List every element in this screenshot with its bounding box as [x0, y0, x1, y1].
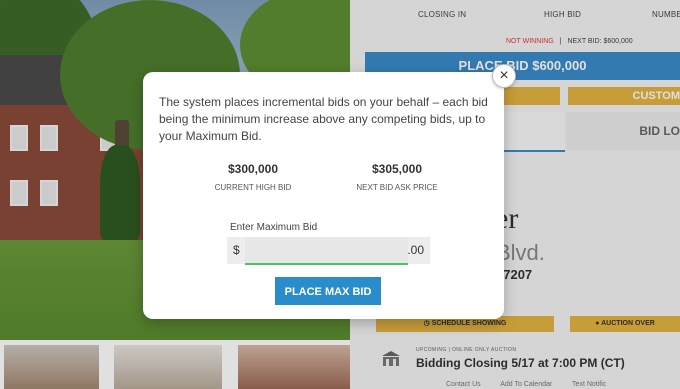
modal-description: The system places incremental bids on yo…: [159, 95, 488, 143]
current-high-bid-value: $300,000: [227, 162, 279, 176]
max-bid-modal: The system places incremental bids on yo…: [143, 72, 504, 319]
place-max-bid-button[interactable]: PLACE MAX BID: [275, 277, 381, 305]
max-bid-input[interactable]: [245, 237, 408, 265]
currency-symbol: $: [233, 243, 240, 257]
next-bid-ask-value: $305,000: [371, 162, 423, 176]
max-bid-label: Enter Maximum Bid: [230, 222, 318, 233]
next-bid-ask-label: NEXT BID ASK PRICE: [356, 183, 438, 192]
current-high-bid-label: CURRENT HIGH BID: [214, 183, 292, 192]
max-bid-input-group: $ .00: [227, 237, 430, 265]
close-icon[interactable]: ×: [492, 64, 516, 88]
cents-suffix: .00: [407, 243, 424, 257]
